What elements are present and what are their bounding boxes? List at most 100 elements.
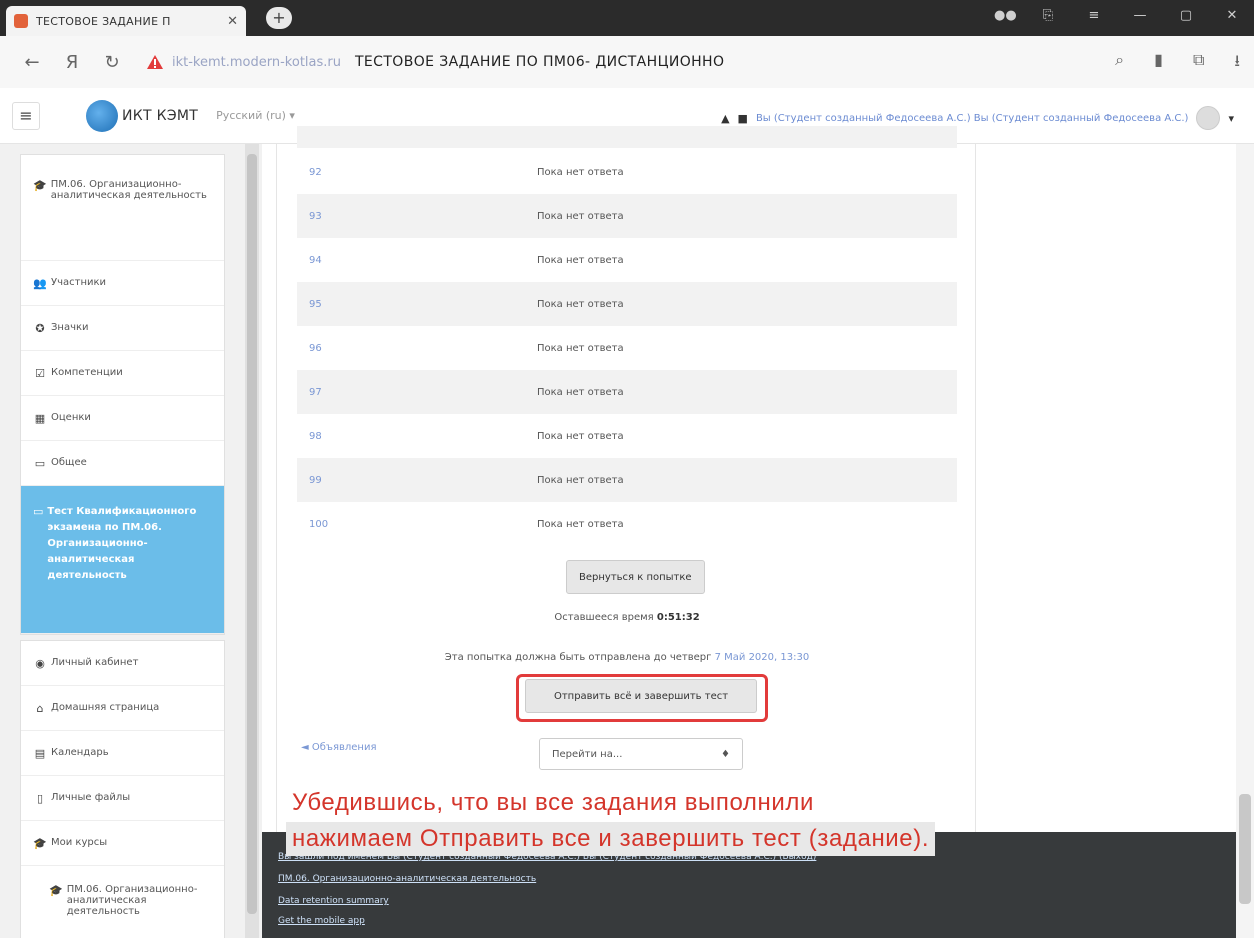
new-tab-button[interactable]: + <box>266 7 292 29</box>
browser-tab[interactable]: ТЕСТОВОЕ ЗАДАНИЕ П ✕ <box>6 6 246 36</box>
search-icon[interactable]: ⌕ <box>1115 50 1124 77</box>
site-nav-group: ◉ Личный кабинет ⌂ Домашняя страница ▤ К… <box>20 640 225 938</box>
folder-icon: ▭ <box>34 457 46 470</box>
question-status: Пока нет ответа <box>537 166 624 178</box>
table-row: 94 Пока нет ответа <box>297 238 957 282</box>
question-status: Пока нет ответа <box>537 430 624 442</box>
question-number[interactable]: 95 <box>297 299 537 310</box>
sidebar-item-label: Общее <box>51 457 87 468</box>
grid-icon: ▦ <box>34 412 46 425</box>
user-name[interactable]: Вы (Студент созданный Федосеева А.С.) Вы… <box>756 113 1189 124</box>
question-number[interactable]: 98 <box>297 431 537 442</box>
chevron-down-icon[interactable]: ▾ <box>1228 112 1234 125</box>
sidebar-item-files[interactable]: ▯ Личные файлы <box>21 776 224 821</box>
footer-course-link[interactable]: ПМ.06. Организационно-аналитическая деят… <box>278 874 536 884</box>
sidebar-item-dashboard[interactable]: ◉ Личный кабинет <box>21 641 224 686</box>
close-tab-icon[interactable]: ✕ <box>227 14 238 29</box>
folder-icon: ▭ <box>33 505 44 518</box>
question-number[interactable]: 97 <box>297 387 537 398</box>
table-row: 99 Пока нет ответа <box>297 458 957 502</box>
warning-icon[interactable] <box>146 54 164 70</box>
footer-data-retention-link[interactable]: Data retention summary <box>278 896 389 906</box>
sidebar-item-label: Домашняя страница <box>51 702 160 713</box>
sidebar-item-home[interactable]: ⌂ Домашняя страница <box>21 686 224 731</box>
previous-activity-link[interactable]: ◄ Объявления <box>301 742 376 753</box>
address-host[interactable]: ikt-kemt.modern-kotlas.ru <box>172 55 341 70</box>
question-status: Пока нет ответа <box>537 342 624 354</box>
messages-icon[interactable]: ■ <box>738 112 748 125</box>
table-row: 97 Пока нет ответа <box>297 370 957 414</box>
sidebar-item-label: Личные файлы <box>51 792 131 803</box>
question-number[interactable]: 93 <box>297 211 537 222</box>
yandex-icon[interactable]: Я <box>52 52 92 73</box>
question-number[interactable]: 96 <box>297 343 537 354</box>
question-status: Пока нет ответа <box>537 210 624 222</box>
course-nav-group: 🎓 ПМ.06. Организационно-аналитическая де… <box>20 154 225 635</box>
return-to-attempt-button[interactable]: Вернуться к попытке <box>566 560 705 594</box>
checkbox-icon: ☑ <box>35 367 45 380</box>
browser-tab-bar: ТЕСТОВОЕ ЗАДАНИЕ П ✕ + ●● ⎘ ≡ — ▢ ✕ <box>0 0 1254 36</box>
favicon-icon <box>14 14 28 28</box>
page-scrollbar[interactable] <box>1236 144 1254 938</box>
translate-icon[interactable]: ⧉ <box>1193 50 1204 77</box>
sidebar-item-course[interactable]: 🎓 ПМ.06. Организационно-аналитическая де… <box>21 155 224 261</box>
menu-icon[interactable]: ≡ <box>1086 8 1102 23</box>
language-menu[interactable]: Русский (ru) ▾ <box>216 109 295 122</box>
instruction-caption-line2: нажимаем Отправить все и завершить тест … <box>286 822 936 856</box>
instruction-caption-line1: Убедившись, что вы все задания выполнили <box>286 786 820 820</box>
sidebar-item-label: Оценки <box>51 412 91 423</box>
sidebar-item-participants[interactable]: 👥 Участники <box>21 261 224 306</box>
sidebar-item-competencies[interactable]: ☑ Компетенции <box>21 351 224 396</box>
question-number[interactable]: 94 <box>297 255 537 266</box>
home-icon: ⌂ <box>36 702 44 715</box>
sidebar-item-badges[interactable]: ✪ Значки <box>21 306 224 351</box>
sidebar-item-calendar[interactable]: ▤ Календарь <box>21 731 224 776</box>
sidebar-item-test[interactable]: ▭ Тест Квалификационного экзамена по ПМ.… <box>21 486 224 634</box>
back-icon[interactable]: ← <box>12 52 52 73</box>
sidebar-item-my-course-pm06[interactable]: 🎓 ПМ.06. Организационно-аналитическая де… <box>21 866 224 938</box>
tab-title: ТЕСТОВОЕ ЗАДАНИЕ П <box>36 14 171 28</box>
bookmark-panel-icon[interactable]: ⎘ <box>1040 8 1056 23</box>
sidebar-item-label: Календарь <box>51 747 109 758</box>
jump-to-select[interactable]: Перейти на... ♦ <box>539 738 743 770</box>
sidebar-item-grades[interactable]: ▦ Оценки <box>21 396 224 441</box>
minimize-icon[interactable]: — <box>1132 8 1148 23</box>
avatar[interactable] <box>1196 106 1221 130</box>
dashboard-icon: ◉ <box>35 657 45 670</box>
sidebar-item-general[interactable]: ▭ Общее <box>21 441 224 486</box>
question-number[interactable]: 92 <box>297 167 537 178</box>
reload-icon[interactable]: ↻ <box>92 52 132 73</box>
question-number[interactable]: 100 <box>297 519 537 530</box>
sidebar-item-label: Участники <box>51 277 107 288</box>
question-status: Пока нет ответа <box>537 474 624 486</box>
footer-mobile-app-link[interactable]: Get the mobile app <box>278 916 365 926</box>
sidebar-item-label: Мои курсы <box>51 837 108 848</box>
table-row: 100 Пока нет ответа <box>297 502 957 546</box>
time-left-label: Оставшееся время <box>554 612 654 623</box>
sidebar-item-label: ПМ.06. Организационно-аналитическая деят… <box>50 179 207 201</box>
attempt-summary: 92 Пока нет ответа 93 Пока нет ответа 94… <box>276 126 976 834</box>
graduation-cap-icon: 🎓 <box>33 837 47 850</box>
question-status: Пока нет ответа <box>537 386 624 398</box>
badge-icon: ✪ <box>35 322 45 335</box>
address-title[interactable]: ТЕСТОВОЕ ЗАДАНИЕ ПО ПМ06- ДИСТАНЦИОННО <box>355 54 724 70</box>
users-icon: 👥 <box>33 277 47 290</box>
window-controls: ●● ⎘ ≡ — ▢ ✕ <box>994 8 1240 23</box>
close-window-icon[interactable]: ✕ <box>1224 8 1240 23</box>
notifications-icon[interactable]: ▲ <box>721 112 729 125</box>
menu-toggle-button[interactable]: ≡ <box>12 101 40 130</box>
due-text: Эта попытка должна быть отправлена до че… <box>444 652 712 663</box>
sidebar-item-label: Компетенции <box>51 367 123 378</box>
download-icon[interactable]: ⭳ <box>1234 50 1240 77</box>
site-logo[interactable] <box>86 99 118 132</box>
question-number[interactable]: 99 <box>297 475 537 486</box>
site-name[interactable]: ИКТ КЭМТ <box>122 108 198 124</box>
submit-all-button[interactable]: Отправить всё и завершить тест <box>525 679 757 713</box>
bookmark-icon[interactable]: ▮ <box>1154 50 1163 77</box>
sidebar-item-my-courses[interactable]: 🎓 Мои курсы <box>21 821 224 866</box>
extensions-icon[interactable]: ●● <box>994 8 1017 23</box>
sidebar: 🎓 ПМ.06. Организационно-аналитическая де… <box>0 144 262 938</box>
sidebar-scrollbar[interactable] <box>245 144 259 938</box>
question-status: Пока нет ответа <box>537 518 624 530</box>
maximize-icon[interactable]: ▢ <box>1178 8 1194 23</box>
